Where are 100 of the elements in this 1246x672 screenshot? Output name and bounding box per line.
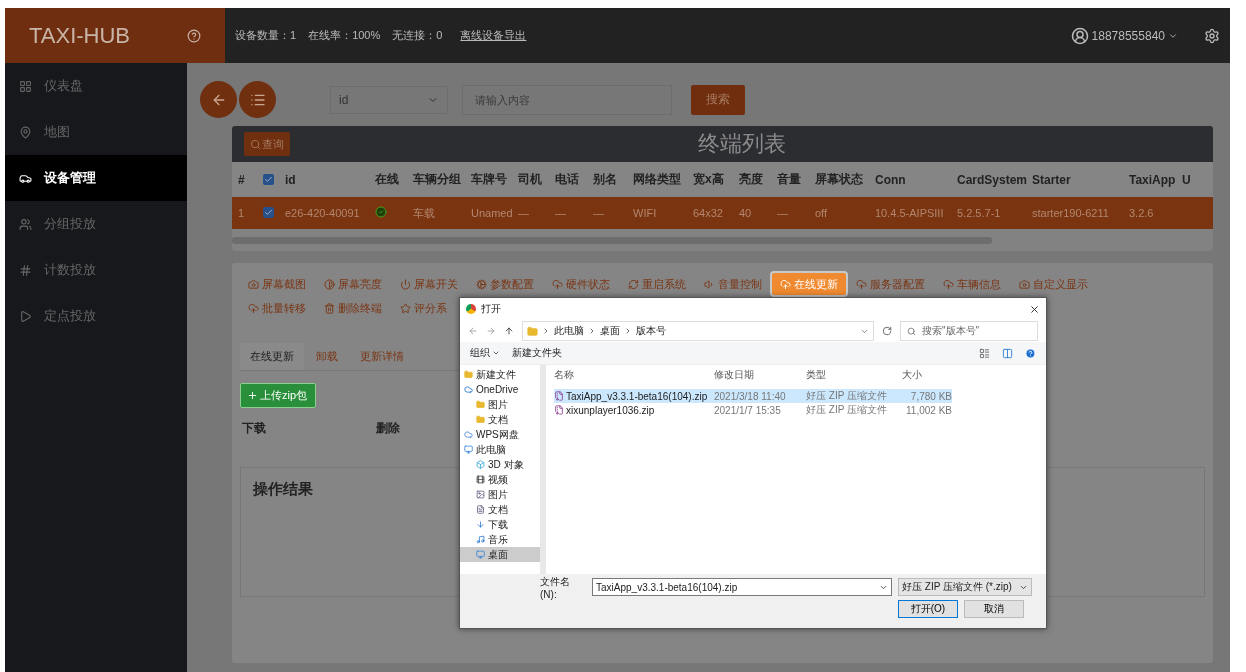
column-header: 车牌号 (471, 171, 508, 188)
file-row[interactable]: TaxiApp_v3.3.1-beta16(104).zip 2021/3/18 11:40 好压 ZIP 压缩文件 7,780 KB (554, 389, 952, 403)
nav-item[interactable]: 新建文件 (460, 367, 540, 382)
breadcrumb[interactable]: 桌面 (600, 324, 620, 338)
refresh-icon[interactable] (882, 326, 892, 336)
nav-item[interactable]: 图片 (460, 397, 540, 412)
table-cell-text: 64x32 (693, 207, 724, 219)
star-icon (400, 302, 411, 314)
table-cell-text: WIFI (633, 207, 658, 219)
nav-item[interactable]: 音乐 (460, 532, 540, 547)
stat-text: 在线率：100% (308, 28, 381, 43)
nav-item[interactable]: 文档 (460, 502, 540, 517)
sidebar-item[interactable]: 地图 (5, 109, 187, 155)
nav-item[interactable]: WPS网盘 (460, 427, 540, 442)
address-bar[interactable]: 此电脑 桌面 版本号 (522, 321, 874, 341)
search-field[interactable]: 搜索"版本号" (900, 321, 1038, 341)
user-menu[interactable]: 18878555840 (1070, 8, 1178, 63)
download-icon (476, 520, 485, 529)
help-icon[interactable] (187, 28, 201, 43)
folder-icon (476, 415, 485, 424)
nav-item[interactable]: 文档 (460, 412, 540, 427)
filter-select[interactable]: 好压 ZIP 压缩文件 (*.zip) (898, 578, 1032, 596)
table-cell-text: 车载 (413, 205, 436, 221)
cloud-upload-icon (780, 278, 791, 290)
table-cell-text: starter190-6211 (1032, 207, 1110, 219)
column-header: 电话 (555, 171, 580, 188)
tab[interactable]: 在线更新 (240, 343, 304, 370)
app-logo[interactable]: TAXI-HUB (5, 8, 187, 63)
filename-label: 文件名(N): (540, 574, 571, 600)
check-icon (264, 208, 273, 217)
list-button[interactable] (239, 81, 276, 118)
table-cell-text: Unamed (471, 207, 514, 219)
new-folder-button[interactable]: 新建文件夹 (512, 346, 562, 360)
filename-field[interactable]: TaxiApp_v3.3.1-beta16(104).zip (592, 578, 892, 596)
nav-item[interactable]: OneDrive (460, 382, 540, 397)
row-checkbox[interactable] (263, 207, 274, 218)
file-date: 2021/1/7 15:35 (714, 404, 782, 416)
table-cell-text: e26-420-40091 (285, 207, 361, 219)
stat-text: 无连接：0 (392, 28, 443, 43)
table-cell-text: 1 (238, 207, 246, 219)
up-icon[interactable] (504, 326, 514, 336)
column-header: 名称 (554, 368, 575, 382)
music-icon (476, 535, 485, 544)
user-icon (1070, 26, 1089, 45)
check-icon (264, 174, 273, 184)
view-icon[interactable] (979, 347, 990, 359)
column-header: 宽x高 (693, 171, 725, 188)
forward-icon[interactable] (486, 326, 496, 336)
cloud-upload-icon (856, 278, 867, 290)
search-icon (907, 326, 916, 336)
nav-item[interactable]: 视频 (460, 472, 540, 487)
chevron-icon (588, 327, 596, 335)
organize-menu[interactable]: 组织 (470, 346, 500, 360)
column-header: 亮度 (739, 171, 764, 188)
breadcrumb[interactable]: 版本号 (636, 324, 666, 338)
folder-icon (476, 400, 485, 409)
caret-icon (492, 349, 500, 357)
column-header: 屏幕状态 (815, 171, 864, 188)
nav-item[interactable]: 桌面 (460, 547, 540, 562)
column-header: 下载 (242, 420, 266, 437)
nav-item[interactable]: 图片 (460, 487, 540, 502)
folder-icon (527, 325, 538, 337)
open-button[interactable]: 打开(O) (898, 600, 958, 618)
nav-item[interactable]: 此电脑 (460, 442, 540, 457)
table-cell-text: off (815, 207, 829, 219)
volume-icon (704, 278, 715, 290)
export-link[interactable]: 离线设备导出 (460, 28, 527, 43)
archive-icon (554, 391, 564, 401)
table-cell-text: 10.4.5-AIPSIII (875, 207, 945, 219)
settings-icon[interactable] (1204, 27, 1220, 44)
column-header: Conn (875, 172, 907, 187)
select-all-checkbox[interactable] (263, 173, 274, 185)
nav-item[interactable]: 3D 对象 (460, 457, 540, 472)
close-icon[interactable] (1029, 303, 1040, 315)
table-cell-text: — (777, 207, 789, 219)
back-icon[interactable] (468, 326, 478, 336)
preview-pane-icon[interactable] (1002, 347, 1013, 359)
sidebar-item[interactable]: 设备管理 (5, 155, 187, 201)
column-header: 音量 (777, 171, 802, 188)
file-size: 7,780 KB (909, 390, 952, 402)
back-button[interactable] (200, 81, 237, 118)
nav-item[interactable]: 下载 (460, 517, 540, 532)
cube-icon (476, 460, 485, 469)
column-header: id (285, 172, 297, 187)
chevron-icon (624, 327, 632, 335)
result-title: 操作结果 (253, 480, 313, 499)
table-cell-text: — (593, 207, 605, 219)
column-header: Starter (1032, 172, 1072, 187)
camera-icon (248, 278, 259, 290)
cloud-upload-icon (943, 278, 954, 290)
breadcrumb[interactable]: 此电脑 (554, 324, 584, 338)
file-size: 11,002 KB (905, 404, 952, 416)
column-header: 在线 (375, 171, 400, 188)
cloud-upload-icon (248, 302, 259, 314)
file-row[interactable]: xixunplayer1036.zip 2021/1/7 15:35 好压 ZIP 压缩文件 11,002 KB (554, 403, 952, 417)
chevron-icon (542, 327, 550, 335)
plus-icon (247, 390, 258, 401)
cancel-button[interactable]: 取消 (964, 600, 1024, 618)
users-icon (19, 217, 32, 231)
upload-button[interactable]: 上传zip包 (240, 383, 316, 408)
